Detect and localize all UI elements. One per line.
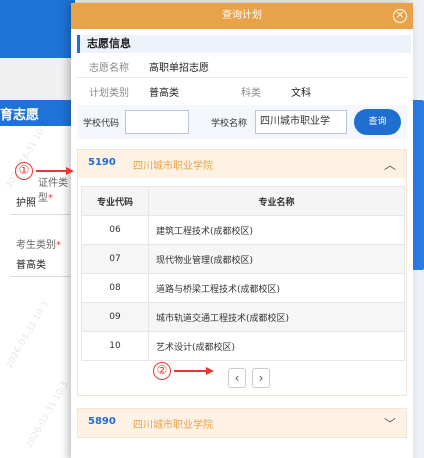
school-code: 5190	[88, 157, 116, 168]
plan-type-value: 普高类	[149, 88, 179, 99]
background-section-header: 育志愿	[0, 100, 75, 126]
info-row-wish-name: 志愿名称 高职单招志愿	[71, 53, 413, 77]
search-bar: 学校代码 学校名称 四川城市职业学 查询	[77, 105, 407, 139]
background-field-value-doc-type: 护照	[16, 198, 36, 209]
next-page-button[interactable]: ›	[252, 368, 270, 388]
pagination: ‹ ›	[78, 361, 406, 395]
chevron-up-icon[interactable]: ︿	[384, 156, 396, 173]
background-header-text: 育志愿	[0, 108, 40, 123]
annotation-arrow-line	[36, 170, 66, 172]
major-code-cell: 07	[81, 244, 149, 274]
background-field-underline	[10, 214, 70, 215]
close-button[interactable]: ×	[393, 9, 407, 23]
table-row: 10 艺术设计(成都校区)	[81, 331, 405, 361]
table-row: 07 现代物业管理(成都校区)	[81, 244, 405, 274]
school-name: 四川城市职业学院	[133, 161, 213, 172]
major-code-cell: 08	[81, 273, 149, 303]
chevron-down-icon[interactable]: ﹀	[384, 415, 396, 432]
background-field-label-student-type: 考生类别*	[16, 240, 61, 251]
dialog-title-bar: 查询计划 ×	[71, 3, 413, 29]
school-code: 5890	[88, 416, 116, 427]
background-right-panel	[412, 100, 424, 270]
major-name-cell: 道路与桥梁工程技术(成都校区)	[148, 273, 405, 303]
major-table: 专业代码 专业名称 06 建筑工程技术(成都校区) 07 现代物业管理(成都校区…	[81, 186, 405, 361]
major-name-cell: 建筑工程技术(成都校区)	[148, 215, 405, 245]
plan-type-label: 计划类别	[89, 88, 129, 99]
annotation-arrow-line	[174, 370, 206, 372]
major-code-cell: 06	[81, 215, 149, 245]
column-header-major-code: 专业代码	[81, 186, 149, 216]
school-name-input[interactable]: 四川城市职业学	[255, 110, 347, 134]
table-row: 08 道路与桥梁工程技术(成都校区)	[81, 273, 405, 303]
background-field-underline	[10, 276, 70, 277]
annotation-arrow-head	[206, 367, 214, 375]
annotation-arrow-head	[66, 167, 74, 175]
column-header-major-name: 专业名称	[148, 186, 405, 216]
prev-page-button[interactable]: ‹	[228, 368, 246, 388]
school-result-header[interactable]: 5890 四川城市职业学院 ﹀	[78, 409, 406, 437]
school-name: 四川城市职业学院	[133, 420, 213, 431]
query-plan-dialog: 查询计划 × 志愿信息 志愿名称 高职单招志愿 计划类别 普高类 科类 文科 学…	[71, 3, 413, 458]
subject-value: 文科	[291, 88, 311, 99]
background-field-value-student-type: 普高类	[16, 260, 46, 271]
info-row-plan-type: 计划类别 普高类 科类 文科	[71, 78, 413, 102]
table-header-row: 专业代码 专业名称	[81, 186, 405, 216]
school-result-card: 5190 四川城市职业学院 ︿ 专业代码 专业名称 06 建筑工程技术(成都校区…	[77, 149, 407, 396]
major-name-cell: 艺术设计(成都校区)	[148, 331, 405, 361]
school-result-header[interactable]: 5190 四川城市职业学院 ︿	[78, 150, 406, 178]
major-code-cell: 09	[81, 302, 149, 332]
background-top-bar	[0, 0, 75, 58]
subject-label: 科类	[241, 88, 261, 99]
school-result-card: 5890 四川城市职业学院 ﹀	[77, 408, 407, 438]
major-name-cell: 城市轨道交通工程技术(成都校区)	[148, 302, 405, 332]
school-code-input[interactable]	[125, 110, 189, 134]
annotation-marker-one: ①	[15, 162, 33, 180]
annotation-marker-two: ②	[153, 362, 171, 380]
wish-name-value: 高职单招志愿	[149, 63, 209, 74]
major-code-cell: 10	[81, 331, 149, 361]
query-button[interactable]: 查询	[354, 109, 401, 135]
table-row: 06 建筑工程技术(成都校区)	[81, 215, 405, 245]
school-code-label: 学校代码	[83, 119, 120, 129]
background-field-label-doc-type: 证件类型*	[38, 178, 68, 204]
dialog-title: 查询计划	[222, 10, 262, 21]
wish-name-label: 志愿名称	[89, 63, 129, 74]
table-row: 09 城市轨道交通工程技术(成都校区)	[81, 302, 405, 332]
section-title: 志愿信息	[77, 35, 411, 53]
school-name-label: 学校名称	[211, 119, 248, 129]
major-name-cell: 现代物业管理(成都校区)	[148, 244, 405, 274]
